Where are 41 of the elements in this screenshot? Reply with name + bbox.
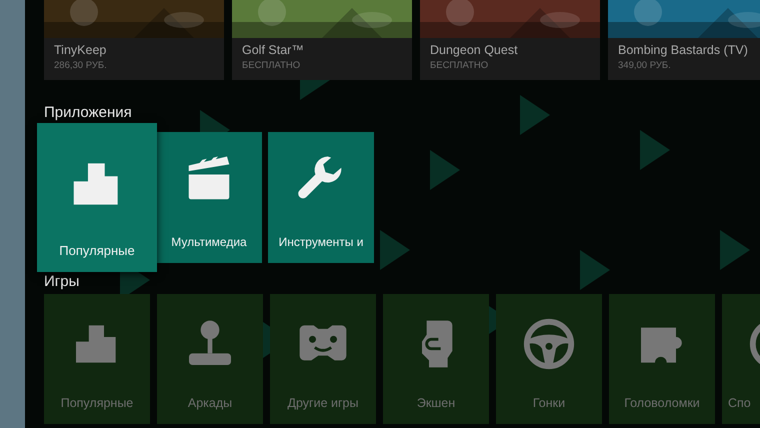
- category-tile[interactable]: Инструменты и: [268, 132, 374, 262]
- tile-label: Другие игры: [288, 396, 358, 410]
- category-tile[interactable]: Мультимедиа: [156, 132, 262, 262]
- category-tile[interactable]: Другие игры: [270, 294, 376, 424]
- tile-label: Популярные: [60, 396, 134, 410]
- tile-label: Инструменты и: [278, 234, 364, 248]
- game-title: TinyKeep: [54, 43, 108, 57]
- tile-label: Мультимедиа: [171, 234, 247, 248]
- section-heading: Игры: [44, 273, 80, 290]
- background-triangle: [520, 95, 550, 135]
- background-triangle: [640, 130, 670, 170]
- category-tile[interactable]: Экшен: [383, 294, 489, 424]
- background-triangle: [380, 230, 410, 270]
- game-card[interactable]: Bombing Bastards (TV) 349,00 РУБ.: [608, 0, 760, 80]
- tile-label: Спо: [728, 396, 751, 410]
- game-title: Golf Star™: [242, 43, 305, 57]
- tile-label: Гонки: [532, 396, 566, 410]
- category-tile[interactable]: Спо: [722, 294, 760, 424]
- game-title: Bombing Bastards (TV): [618, 43, 749, 57]
- background-triangle: [430, 150, 460, 190]
- game-price: 349,00 РУБ.: [618, 60, 672, 71]
- game-price: БЕСПЛАТНО: [242, 60, 302, 71]
- game-price: БЕСПЛАТНО: [430, 60, 490, 71]
- section-heading: Приложения: [44, 104, 132, 121]
- tile-label: Популярные: [59, 242, 135, 258]
- background-triangle: [720, 230, 750, 270]
- game-title: Dungeon Quest: [430, 43, 519, 57]
- game-card[interactable]: Golf Star™ БЕСПЛАТНО: [232, 0, 412, 80]
- tile-label: Аркады: [188, 396, 232, 410]
- game-card[interactable]: Dungeon Quest БЕСПЛАТНО: [420, 0, 600, 80]
- steering-wheel-icon: [521, 316, 577, 372]
- category-tile[interactable]: Популярные: [37, 122, 157, 272]
- category-tile[interactable]: Гонки: [496, 294, 602, 424]
- category-tile[interactable]: Популярные: [44, 294, 150, 424]
- category-tile[interactable]: Головоломки: [609, 294, 715, 424]
- game-price: 286,30 РУБ.: [54, 60, 108, 71]
- game-card[interactable]: TinyKeep 286,30 РУБ.: [44, 0, 224, 80]
- background-triangle: [580, 250, 610, 290]
- tile-label: Головоломки: [624, 396, 700, 410]
- category-tile[interactable]: Аркады: [157, 294, 263, 424]
- tile-label: Экшен: [416, 396, 456, 410]
